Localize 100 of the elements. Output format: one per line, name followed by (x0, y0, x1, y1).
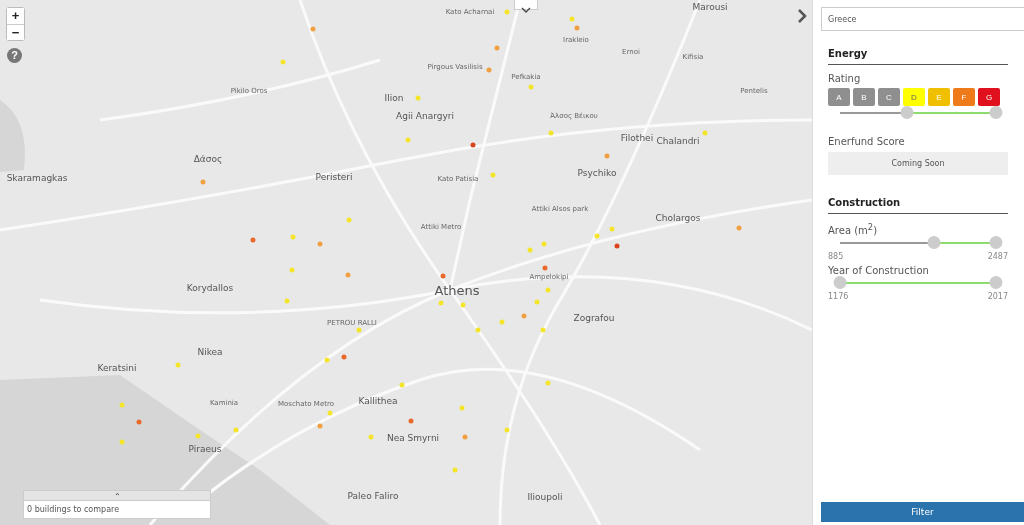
slider-handle[interactable] (927, 236, 941, 250)
building-marker[interactable] (574, 25, 580, 31)
building-marker[interactable] (462, 434, 468, 440)
slider-handle[interactable] (833, 276, 847, 290)
building-marker[interactable] (521, 313, 527, 319)
building-marker[interactable] (136, 419, 142, 425)
building-marker[interactable] (736, 225, 742, 231)
building-marker[interactable] (594, 233, 600, 239)
building-marker[interactable] (452, 467, 458, 473)
building-marker[interactable] (233, 427, 239, 433)
building-marker[interactable] (604, 153, 610, 159)
place-label: Psychiko (577, 168, 617, 178)
building-marker[interactable] (504, 427, 510, 433)
building-marker[interactable] (415, 95, 421, 101)
building-marker[interactable] (280, 59, 286, 65)
building-marker[interactable] (310, 26, 316, 32)
rating-button[interactable]: F (953, 88, 975, 106)
field-label: Area (m$^{2}$) (828, 222, 879, 237)
slider-handle[interactable] (989, 276, 1003, 290)
place-label: Nea Smyrni (386, 433, 440, 443)
building-marker[interactable] (470, 142, 476, 148)
building-marker[interactable] (119, 439, 125, 445)
building-marker[interactable] (346, 217, 352, 223)
building-marker[interactable] (460, 302, 466, 308)
chevron-right-icon[interactable] (796, 9, 808, 23)
building-marker[interactable] (504, 9, 510, 15)
slider-handle[interactable] (989, 106, 1003, 119)
building-marker[interactable] (490, 172, 496, 178)
building-marker[interactable] (545, 380, 551, 386)
building-marker[interactable] (368, 434, 374, 440)
place-label: Skaramagkas (6, 173, 68, 183)
building-marker[interactable] (408, 418, 414, 424)
place-label: Chalandri (656, 136, 700, 146)
slider-handle[interactable] (989, 236, 1003, 250)
building-marker[interactable] (528, 84, 534, 90)
building-marker[interactable] (542, 265, 548, 271)
help-button[interactable]: ? (7, 48, 22, 63)
country-dropdown[interactable]: Greece (821, 7, 1024, 31)
building-marker[interactable] (200, 179, 206, 185)
building-marker[interactable] (317, 423, 323, 429)
building-marker[interactable] (345, 272, 351, 278)
building-marker[interactable] (614, 243, 620, 249)
building-marker[interactable] (534, 299, 540, 305)
building-marker[interactable] (545, 287, 551, 293)
building-marker[interactable] (250, 237, 256, 243)
rating-button[interactable]: B (853, 88, 875, 106)
building-marker[interactable] (290, 234, 296, 240)
filter-button[interactable]: Filter (821, 502, 1024, 522)
range-max: 2017 (987, 292, 1008, 302)
place-label: Ilioupoli (527, 492, 563, 502)
building-marker[interactable] (609, 226, 615, 232)
field-label: Year of Construction (828, 265, 930, 277)
building-marker[interactable] (324, 357, 330, 363)
building-marker[interactable] (289, 267, 295, 273)
building-marker[interactable] (499, 319, 505, 325)
zoom-out-button[interactable]: − (7, 24, 24, 40)
place-label: Kallithea (358, 396, 398, 406)
building-marker[interactable] (540, 327, 546, 333)
place-label: Nikea (197, 347, 223, 357)
expand-tab[interactable] (514, 0, 538, 10)
section-title: Energy (828, 48, 1008, 65)
slider-handle[interactable] (900, 106, 914, 119)
place-label: Δάσος (193, 154, 223, 164)
place-label: Filothei (620, 133, 654, 143)
building-marker[interactable] (459, 405, 465, 411)
range-min: 1176 (828, 292, 849, 302)
building-marker[interactable] (541, 241, 547, 247)
building-marker[interactable] (195, 433, 201, 439)
building-marker[interactable] (438, 300, 444, 306)
rating-button[interactable]: G (978, 88, 1000, 106)
building-marker[interactable] (175, 362, 181, 368)
building-marker[interactable] (494, 45, 500, 51)
place-label: Paleo Faliro (347, 491, 399, 501)
building-marker[interactable] (548, 130, 554, 136)
building-marker[interactable] (475, 327, 481, 333)
rating-button[interactable]: C (878, 88, 900, 106)
compare-toggle[interactable]: ⌃ (23, 490, 211, 500)
building-marker[interactable] (486, 67, 492, 73)
building-marker[interactable] (702, 130, 708, 136)
place-label: Piraeus (188, 444, 222, 454)
place-label: Cholargos (655, 213, 701, 223)
building-marker[interactable] (569, 16, 575, 22)
place-label: Marousi (692, 2, 728, 12)
range-max: 2487 (987, 252, 1008, 262)
building-marker[interactable] (317, 241, 323, 247)
building-marker[interactable] (284, 298, 290, 304)
rating-button[interactable]: A (828, 88, 850, 106)
building-marker[interactable] (440, 273, 446, 279)
building-marker[interactable] (341, 354, 347, 360)
range-slider[interactable] (833, 276, 1003, 291)
score-box: Coming Soon (828, 152, 1008, 175)
building-marker[interactable] (356, 327, 362, 333)
place-label: Athens (434, 282, 480, 298)
rating-button[interactable]: D (903, 88, 925, 106)
building-marker[interactable] (405, 137, 411, 143)
building-marker[interactable] (527, 247, 533, 253)
building-marker[interactable] (399, 382, 405, 388)
building-marker[interactable] (119, 402, 125, 408)
field-label: Rating (828, 73, 862, 84)
building-marker[interactable] (327, 410, 333, 416)
